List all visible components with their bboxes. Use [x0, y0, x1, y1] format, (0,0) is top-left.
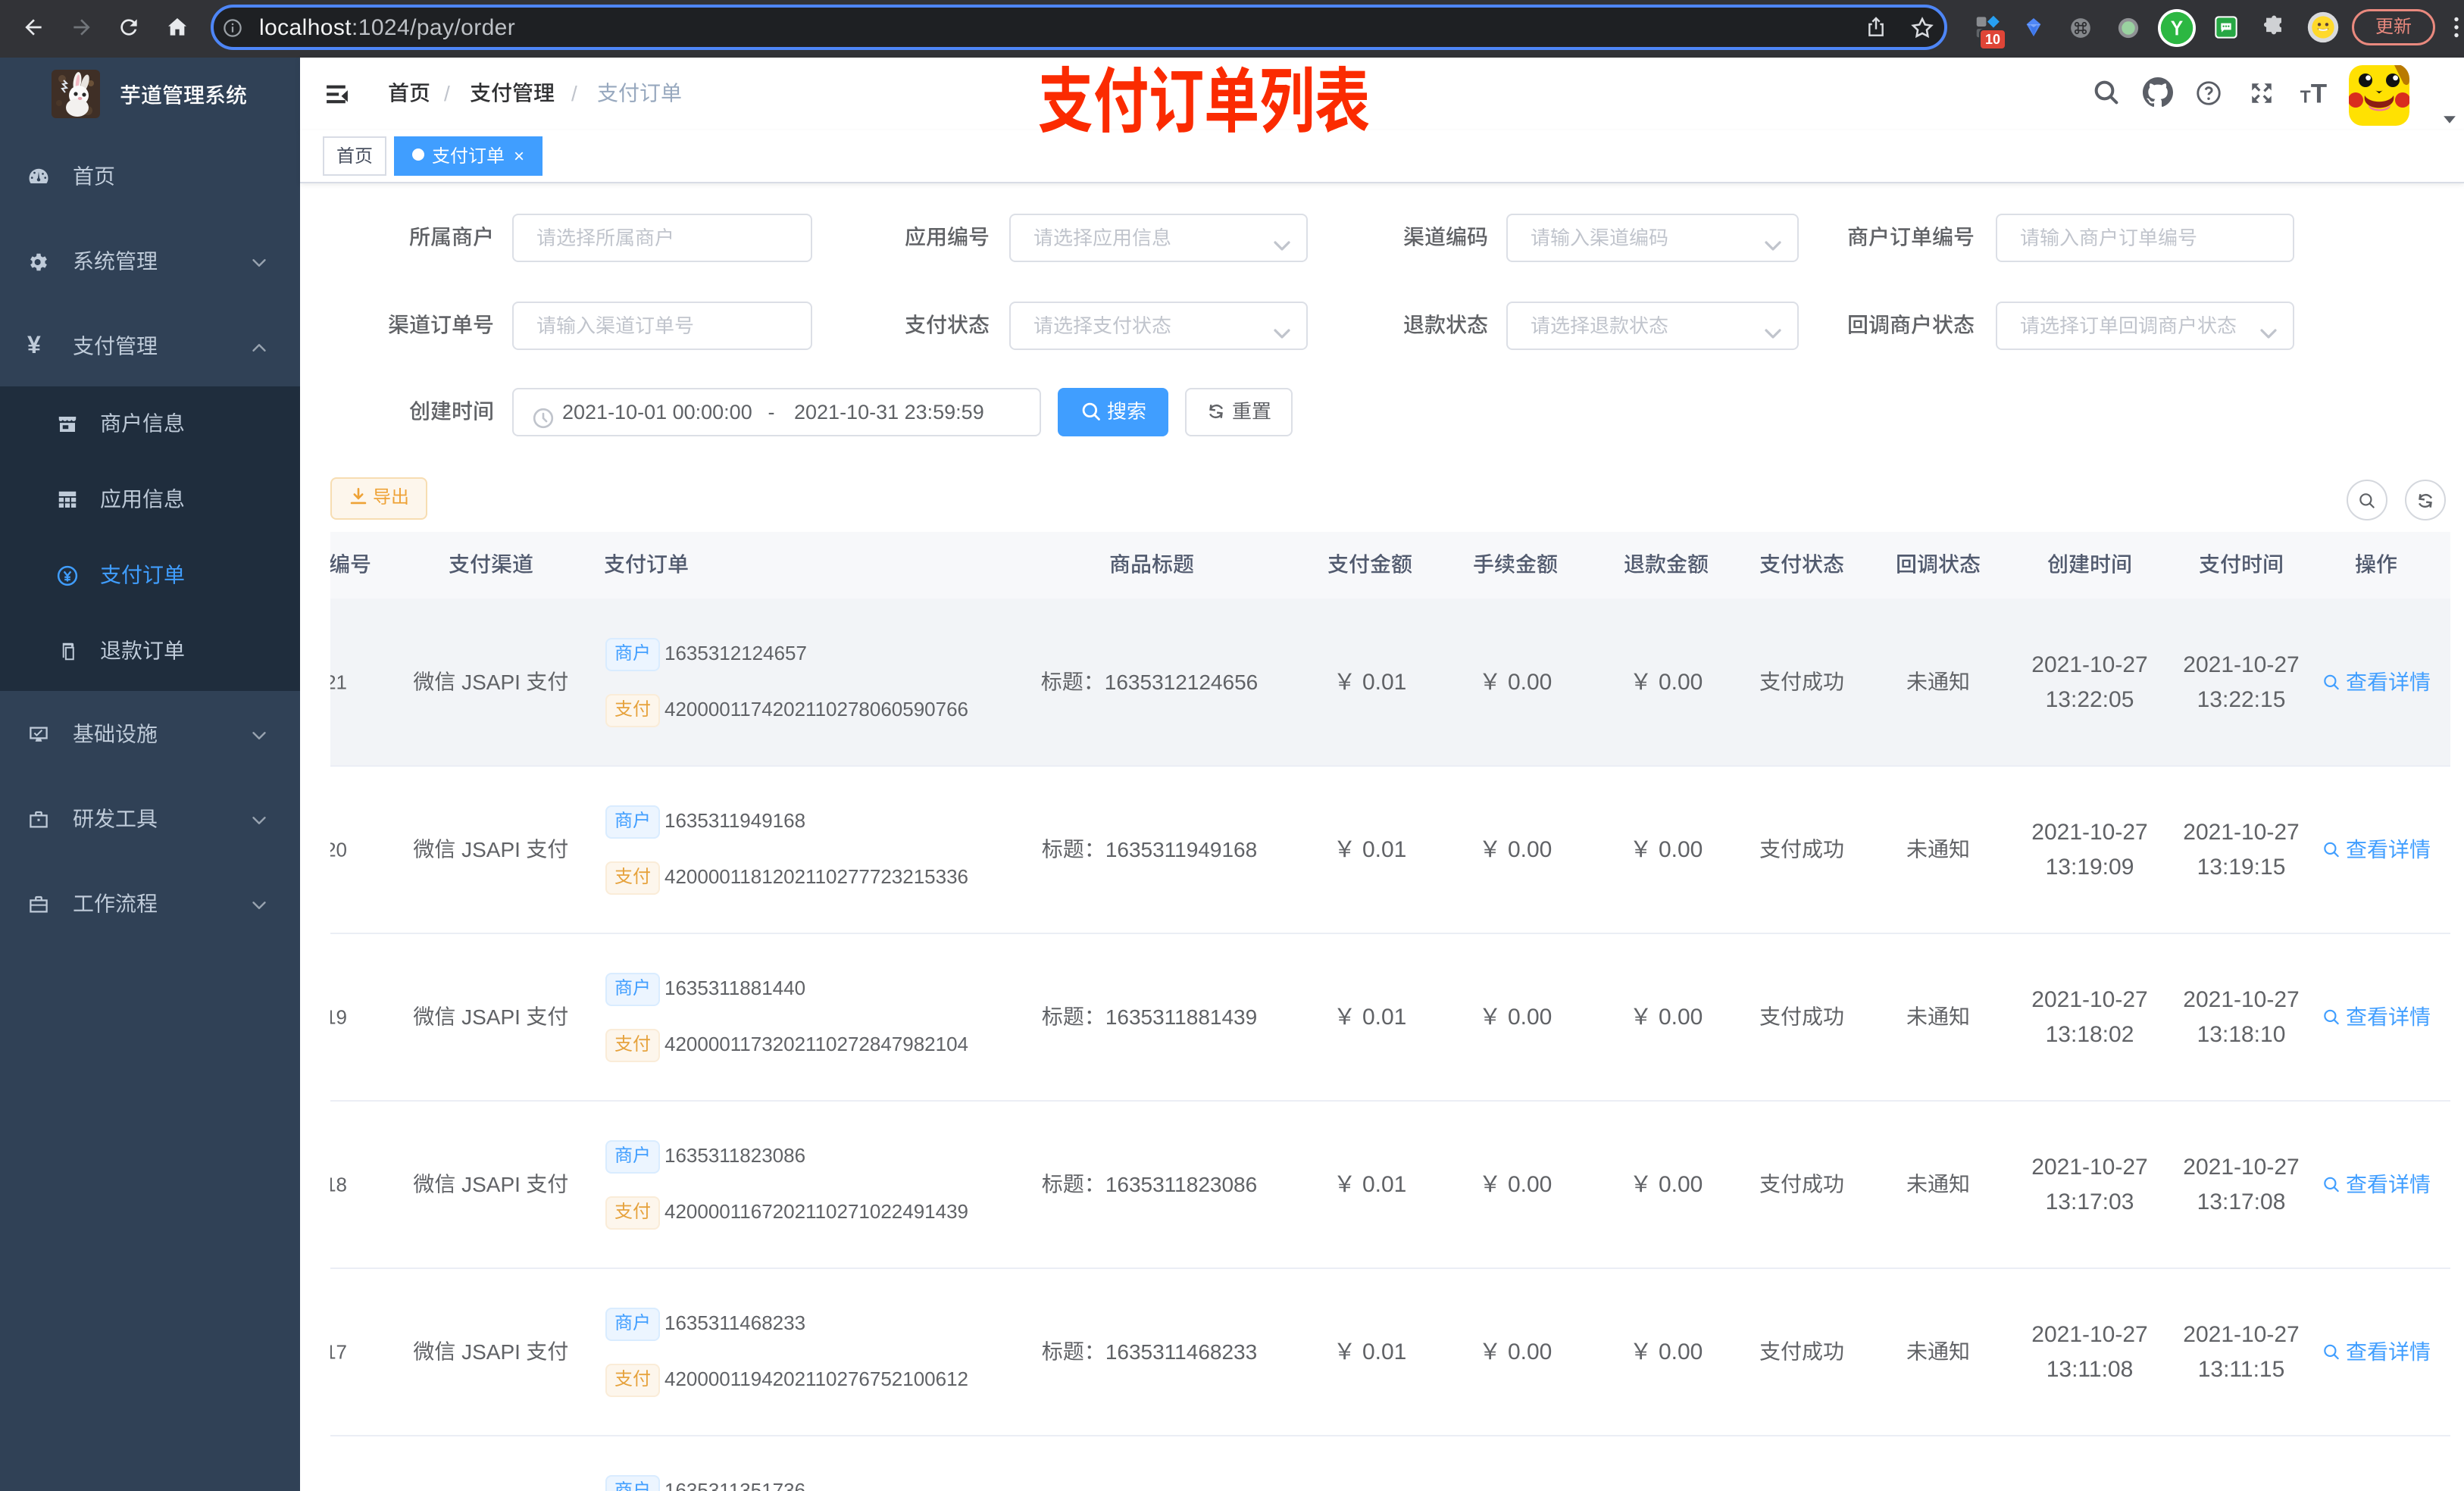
- svg-text:T: T: [2300, 86, 2311, 106]
- svg-text:T: T: [2311, 79, 2327, 108]
